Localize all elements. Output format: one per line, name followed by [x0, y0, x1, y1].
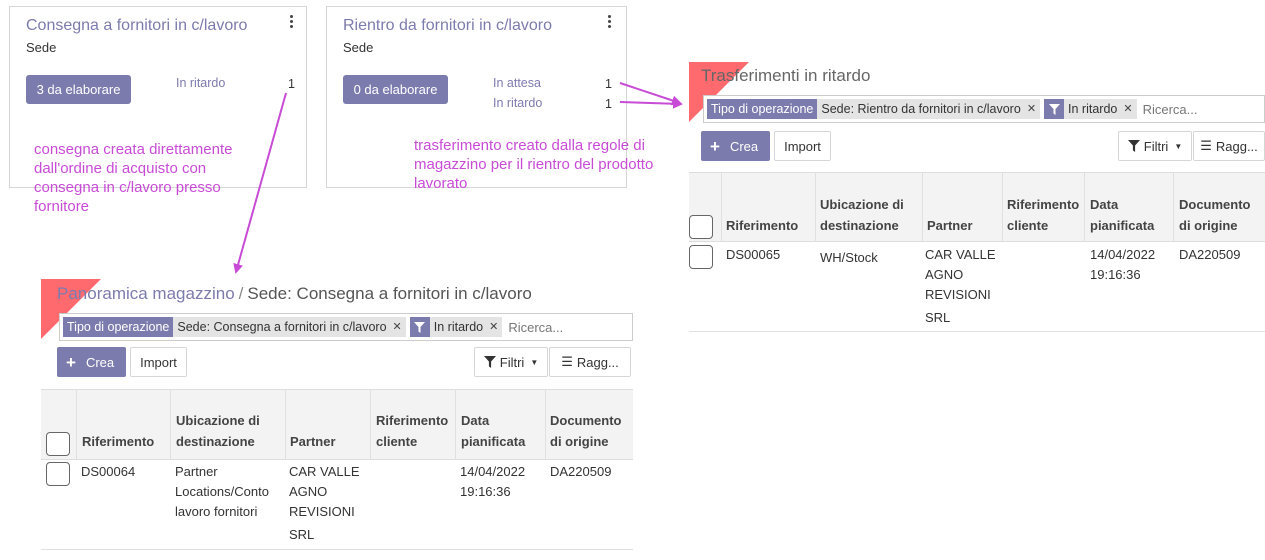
col-header-date[interactable]: Data pianificata: [1090, 194, 1154, 236]
kebab-menu-icon[interactable]: [606, 15, 612, 31]
col-header-ref[interactable]: Riferimento: [82, 431, 154, 452]
list-icon: ☰: [561, 354, 573, 369]
breadcrumb-separator: /: [238, 284, 244, 303]
filter-icon: [483, 356, 496, 368]
row-date[interactable]: 14/04/2022 19:16:36: [460, 462, 525, 502]
row-partner[interactable]: CAR VALLE AGNO REVISIONI SRL: [289, 462, 360, 545]
row-dest[interactable]: WH/Stock: [820, 248, 878, 268]
filters-dropdown[interactable]: Filtri ▼: [1118, 131, 1192, 161]
col-header-partner[interactable]: Partner: [927, 215, 973, 236]
screenshot-root: Consegna a fornitori in c/lavoro Sede 3 …: [0, 0, 1265, 560]
late-transfers-panel: Trasferimenti in ritardo Tipo di operazi…: [689, 62, 1265, 334]
card-subtitle: Sede: [26, 40, 57, 55]
annotation-left: consegna creata direttamente dall'ordine …: [34, 141, 233, 215]
caret-down-icon: ▼: [1174, 141, 1183, 151]
filter-icon: [409, 317, 430, 337]
delivery-list-panel: Panoramica magazzino / Sede: Consegna a fo…: [41, 279, 633, 551]
card-title[interactable]: Rientro da fornitori in c/lavoro: [343, 17, 552, 35]
breadcrumb-link-overview[interactable]: Panoramica magazzino: [57, 284, 235, 303]
stat-late-value[interactable]: 1: [288, 77, 295, 91]
row-dest[interactable]: Partner Locations/Conto lavoro fornitori: [175, 462, 269, 522]
to-process-button[interactable]: 0 da elaborare: [343, 75, 448, 104]
arrow-to-right-panel-1: [619, 82, 682, 106]
row-origin[interactable]: DA220509: [550, 462, 611, 482]
select-all-checkbox[interactable]: [689, 215, 713, 239]
col-header-dest[interactable]: Ubicazione di destinazione: [820, 194, 904, 236]
facet-operation-type[interactable]: Tipo di operazione Sede: Rientro da forn…: [707, 99, 1041, 119]
row-ref[interactable]: DS00065: [726, 245, 780, 265]
close-icon[interactable]: ✕: [487, 317, 503, 337]
col-header-ref[interactable]: Riferimento: [726, 215, 798, 236]
row-checkbox[interactable]: [46, 462, 70, 486]
search-input[interactable]: Ricerca...: [1143, 102, 1198, 117]
facet-operation-type[interactable]: Tipo di operazione Sede: Consegna a forn…: [63, 317, 406, 337]
row-date[interactable]: 14/04/2022 19:16:36: [1090, 245, 1155, 285]
row-ref[interactable]: DS00064: [81, 462, 135, 482]
select-all-checkbox[interactable]: [46, 432, 70, 456]
row-partner[interactable]: CAR VALLE AGNO REVISIONI SRL: [925, 245, 996, 328]
filter-icon: [1044, 99, 1065, 119]
page-title: Trasferimenti in ritardo: [701, 66, 871, 85]
card-subtitle: Sede: [343, 40, 374, 55]
arrow-to-right-panel-2: [619, 98, 683, 109]
list-icon: ☰: [1200, 138, 1212, 153]
create-button[interactable]: + Crea: [57, 347, 126, 377]
facet-late-filter[interactable]: In ritardo ✕: [409, 317, 503, 337]
plus-icon: +: [710, 136, 720, 156]
col-header-client-ref[interactable]: Riferimento cliente: [1007, 194, 1079, 236]
to-process-button[interactable]: 3 da elaborare: [26, 75, 131, 104]
col-header-partner[interactable]: Partner: [290, 431, 336, 452]
close-icon[interactable]: ✕: [390, 317, 406, 337]
breadcrumb: Panoramica magazzino / Sede: Consegna a fo…: [57, 284, 532, 304]
card-title[interactable]: Consegna a fornitori in c/lavoro: [26, 17, 247, 35]
import-button[interactable]: Import: [774, 131, 831, 161]
stat-late-value[interactable]: 1: [605, 97, 612, 111]
breadcrumb-current: Sede: Consegna a fornitori in c/lavoro: [247, 284, 532, 303]
annotation-right: trasferimento creato dalla regole di maga…: [414, 137, 654, 192]
group-by-dropdown[interactable]: ☰ Ragg...: [549, 347, 631, 377]
row-origin[interactable]: DA220509: [1179, 245, 1240, 265]
create-button[interactable]: + Crea: [701, 131, 770, 161]
plus-icon: +: [66, 352, 76, 372]
search-bar[interactable]: Tipo di operazione Sede: Rientro da forn…: [703, 95, 1265, 123]
stat-late-label[interactable]: In ritardo: [493, 96, 542, 110]
search-bar[interactable]: Tipo di operazione Sede: Consegna a forn…: [59, 313, 633, 341]
close-icon[interactable]: ✕: [1024, 99, 1041, 119]
import-button[interactable]: Import: [130, 347, 187, 377]
col-header-client-ref[interactable]: Riferimento cliente: [376, 410, 448, 452]
col-header-dest[interactable]: Ubicazione di destinazione: [176, 410, 260, 452]
col-header-origin[interactable]: Documento di origine: [550, 410, 622, 452]
stat-late-label[interactable]: In ritardo: [176, 76, 225, 90]
facet-late-filter[interactable]: In ritardo ✕: [1044, 99, 1137, 119]
stat-waiting-label[interactable]: In attesa: [493, 76, 541, 90]
caret-down-icon: ▼: [530, 357, 539, 367]
col-header-origin[interactable]: Documento di origine: [1179, 194, 1251, 236]
filters-dropdown[interactable]: Filtri ▼: [474, 347, 548, 377]
group-by-dropdown[interactable]: ☰ Ragg...: [1193, 131, 1265, 161]
kebab-menu-icon[interactable]: [288, 15, 294, 31]
close-icon[interactable]: ✕: [1121, 99, 1137, 119]
col-header-date[interactable]: Data pianificata: [461, 410, 525, 452]
row-checkbox[interactable]: [689, 245, 713, 269]
stat-waiting-value[interactable]: 1: [605, 77, 612, 91]
search-input[interactable]: Ricerca...: [508, 320, 563, 335]
filter-icon: [1127, 140, 1140, 152]
